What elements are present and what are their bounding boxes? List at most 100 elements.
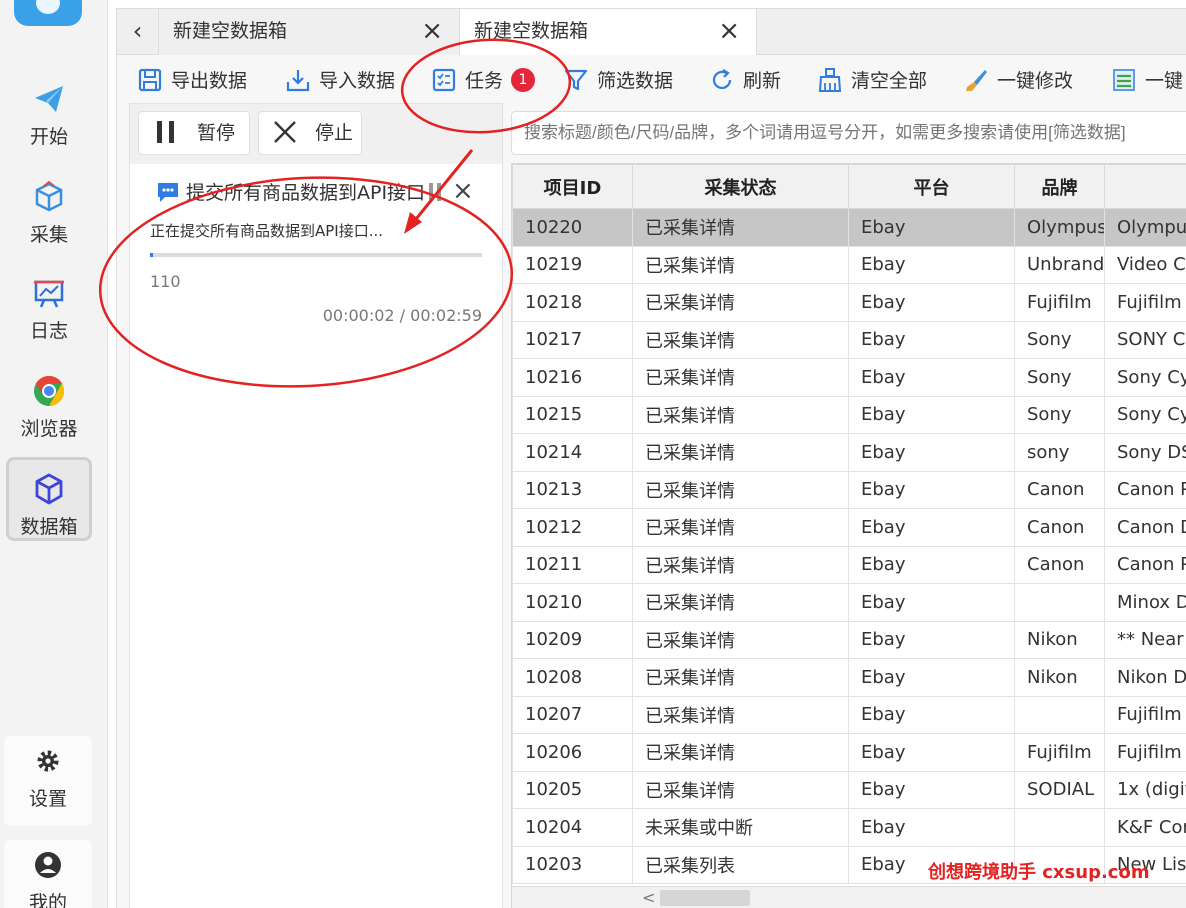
table-cell: Sony — [1014, 395, 1105, 434]
column-header[interactable]: 品牌 — [1014, 164, 1105, 209]
back-icon[interactable]: ‹ — [117, 9, 159, 54]
pause-icon[interactable] — [428, 182, 442, 202]
table-row[interactable]: 10214 已采集详情 Ebay sony Sony DS — [512, 433, 1186, 472]
column-header[interactable] — [1104, 164, 1186, 209]
table-cell — [1014, 808, 1105, 847]
table-row[interactable]: 10208 已采集详情 Ebay Nikon Nikon D — [512, 658, 1186, 697]
table-cell: SODIAL — [1014, 770, 1105, 809]
table-cell: Sony — [1014, 358, 1105, 397]
tab-databox-1[interactable]: 新建空数据箱 × — [159, 9, 459, 55]
table-cell: K&F Con — [1104, 808, 1186, 847]
task-count: 110 — [150, 272, 181, 291]
task-card: 提交所有商品数据到API接口 × 正在提交所有商品数据到API接口... 110… — [130, 164, 502, 344]
horizontal-scrollbar[interactable]: < — [512, 886, 1186, 908]
app-logo — [14, 0, 82, 26]
table-cell: Fujifilm X — [1104, 733, 1186, 772]
brush-icon — [966, 69, 987, 91]
table-cell: Fujifilm I — [1104, 283, 1186, 322]
export-button[interactable]: 导出数据 — [137, 65, 247, 97]
table-row[interactable]: 10216已采集详情EbaySonySony Cyb — [512, 358, 1186, 397]
nav-log[interactable]: 日志 — [6, 264, 92, 348]
one-click-more-label: 一键 — [1145, 70, 1184, 92]
table-cell: Olympus — [1104, 208, 1186, 247]
table-cell: 10215 — [512, 395, 633, 434]
search-input[interactable] — [511, 111, 1186, 155]
table-cell: Canon — [1014, 470, 1105, 509]
pause-icon — [157, 120, 174, 143]
table-cell: Canon — [1014, 508, 1105, 547]
table-cell: 已采集详情 — [632, 395, 849, 434]
table-cell: Ebay — [848, 470, 1015, 509]
table-row[interactable]: 10217已采集详情EbaySonySONY Cy — [512, 320, 1186, 359]
logo-mark — [36, 0, 60, 14]
nav-profile-label: 我的 — [28, 892, 67, 908]
task-progress-fill — [150, 253, 154, 257]
table-cell: 已采集列表 — [632, 845, 849, 884]
pause-button[interactable]: 暂停 — [138, 111, 250, 155]
table-cell: 已采集详情 — [632, 545, 849, 584]
table-cell: Ebay — [848, 583, 1015, 622]
table-row[interactable]: 10207 已采集详情 Ebay Fujifilm I — [512, 695, 1186, 734]
nav-start[interactable]: 开始 — [6, 70, 92, 154]
task-list-icon — [432, 68, 456, 91]
task-controls: 暂停 停止 — [130, 104, 502, 164]
one-click-more-button[interactable]: 一键 — [1111, 65, 1183, 97]
cube-icon — [35, 473, 63, 505]
table-row[interactable]: 10218 已采集详情 Ebay Fujifilm Fujifilm I — [512, 283, 1186, 322]
table-cell: 10217 — [512, 320, 633, 359]
tasks-button[interactable]: 任务 1 — [431, 65, 536, 97]
table-cell: SONY Cy — [1104, 320, 1186, 359]
tab-databox-2[interactable]: 新建空数据箱 × — [459, 9, 757, 56]
table-cell: ** Near M — [1104, 620, 1186, 659]
nav-databox[interactable]: 数据箱 — [6, 457, 92, 541]
close-icon[interactable]: × — [452, 176, 474, 206]
table-header-row: 项目ID 采集状态 平台 品牌 — [512, 164, 1186, 209]
column-header[interactable]: 采集状态 — [632, 164, 849, 209]
task-status: 正在提交所有商品数据到API接口... — [150, 222, 384, 240]
column-header[interactable]: 平台 — [848, 164, 1015, 209]
table-cell: 1x (digit — [1104, 770, 1186, 809]
table-cell: 已采集详情 — [632, 358, 849, 397]
one-click-edit-button[interactable]: 一键修改 — [963, 65, 1073, 97]
table-row[interactable]: 10220已采集详情EbayOlympusOlympus — [512, 208, 1186, 247]
nav-browser-label: 浏览器 — [20, 418, 78, 440]
table-row[interactable]: 10204未采集或中断Ebay K&F Con — [512, 808, 1186, 847]
nav-collect[interactable]: 采集 — [6, 168, 92, 252]
table-row[interactable]: 10209已采集详情EbayNikon** Near M — [512, 620, 1186, 659]
table-cell: 10203 — [512, 845, 633, 884]
refresh-button[interactable]: 刷新 — [709, 65, 781, 97]
table-row[interactable]: 10205 已采集详情 Ebay SODIAL 1x (digit — [512, 770, 1186, 809]
table-cell: Fujifilm — [1014, 283, 1105, 322]
nav-settings[interactable]: 设置 — [4, 736, 92, 826]
close-icon[interactable]: × — [421, 9, 443, 53]
nav-databox-label: 数据箱 — [20, 516, 78, 538]
table-row[interactable]: 10211 已采集详情 Ebay Canon Canon P — [512, 545, 1186, 584]
task-time: 00:00:02 / 00:02:59 — [322, 306, 482, 325]
tab-label: 新建空数据箱 — [474, 20, 589, 42]
close-icon[interactable]: × — [718, 9, 740, 53]
table-row[interactable]: 10219已采集详情EbayUnbrandVideo Ca — [512, 245, 1186, 284]
scrollbar-thumb[interactable] — [660, 890, 750, 906]
import-button[interactable]: 导入数据 — [285, 65, 395, 97]
table-row[interactable]: 10215已采集详情EbaySonySony Cyb — [512, 395, 1186, 434]
data-table: 项目ID采集状态平台品牌 10220已采集详情EbayOlympusOlympu… — [511, 163, 1186, 908]
column-header[interactable]: 项目ID — [512, 164, 633, 209]
filter-label: 筛选数据 — [597, 70, 674, 92]
nav-browser[interactable]: 浏览器 — [6, 362, 92, 446]
table-row[interactable]: 10210 已采集详情 Ebay Minox D — [512, 583, 1186, 622]
filter-button[interactable]: 筛选数据 — [563, 65, 673, 97]
chevron-left-icon[interactable]: < — [642, 888, 655, 907]
user-icon — [35, 852, 61, 878]
table-row[interactable]: 10213 已采集详情 Ebay Canon Canon P — [512, 470, 1186, 509]
table-row[interactable]: 10212已采集详情EbayCanonCanon D — [512, 508, 1186, 547]
table-row[interactable]: 10206已采集详情EbayFujifilmFujifilm X — [512, 733, 1186, 772]
table-cell: Video Ca — [1104, 245, 1186, 284]
export-label: 导出数据 — [171, 70, 248, 92]
table-cell: 10207 — [512, 695, 633, 734]
clear-all-button[interactable]: 清空全部 — [817, 65, 927, 97]
stop-button[interactable]: 停止 — [258, 111, 362, 155]
table-cell: Ebay — [848, 283, 1015, 322]
table-cell: 已采集详情 — [632, 733, 849, 772]
nav-profile[interactable]: 我的 — [4, 840, 92, 908]
task-title-text: 提交所有商品数据到API接口 — [186, 182, 426, 204]
